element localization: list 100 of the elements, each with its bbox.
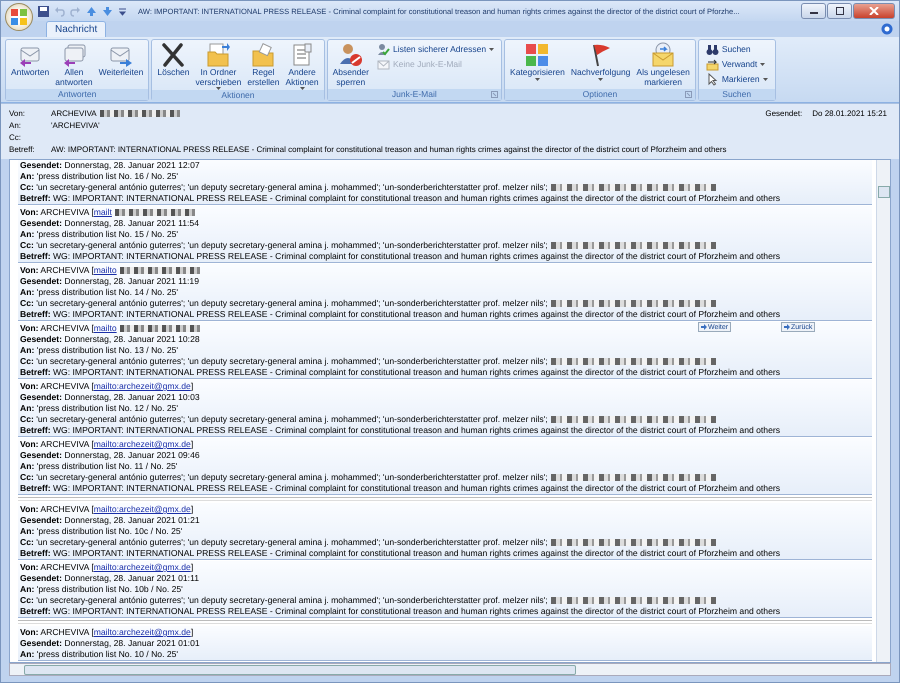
message-line: Cc: 'un secretary-general antónio guterres'; 'un deputy secretary-general amina j. mohammed'; 'un-sonderberichterstatter prof. melzer nils'; <box>20 356 548 367</box>
message-line: An: 'press distribution list No. 10c / No. 25' <box>20 526 182 537</box>
message-line: Cc: 'un secretary-general antónio guterres'; 'un deputy secretary-general amina j. mohammed'; 'un-sonderberichterstatter prof. melzer nils'; <box>20 472 548 483</box>
ribbon-button[interactable]: In Ordner verschieben <box>192 42 244 90</box>
message-line: Gesendet: Donnerstag, 28. Januar 2021 10:03 <box>20 392 200 403</box>
message-line: Cc: 'un secretary-general antónio guterres'; 'un deputy secretary-general amina j. mohammed'; 'un-sonderberichterstatter prof. melzer nils'; <box>20 298 548 309</box>
message-line: Von: ARCHEVIVA [mailto:archezeit@gmx.de] <box>20 562 194 573</box>
ribbon-tab[interactable]: Nachricht <box>46 21 106 37</box>
envelope-icon <box>376 58 390 70</box>
group-label: Junk-E-Mail <box>392 89 437 99</box>
ribbon-button[interactable]: Weiterleiten <box>96 42 146 89</box>
maximize-button[interactable] <box>827 3 852 19</box>
redo-icon[interactable] <box>70 6 81 16</box>
ribbon-small-button[interactable]: Verwandt <box>704 57 770 71</box>
group-label: Optionen <box>582 89 618 99</box>
ribbon-small-button[interactable]: Listen sicherer Adressen <box>374 42 496 56</box>
message-line: An: 'press distribution list No. 14 / No. 25' <box>20 287 178 298</box>
message-line: An: 'press distribution list No. 11 / No. 25' <box>20 461 178 472</box>
office-button[interactable] <box>5 3 33 31</box>
customize-caret-icon[interactable] <box>118 6 127 16</box>
email-link[interactable]: mailto:archezeit@gmx.de <box>94 627 191 637</box>
dialog-launcher-icon[interactable] <box>684 91 692 98</box>
save-icon[interactable] <box>38 6 49 16</box>
email-link[interactable]: mailto:archezeit@gmx.de <box>94 504 191 514</box>
close-button[interactable] <box>853 3 895 19</box>
message-line: Von: ARCHEVIVA [mailto:archezeit@gmx.de] <box>20 439 194 450</box>
ribbon-button[interactable]: Absender sperren <box>330 42 372 89</box>
sent-date: Do 28.01.2021 15:21 <box>812 109 887 118</box>
message-line: Betreff: WG: IMPORTANT: INTERNATIONAL PRESS RELEASE - Criminal complaint for constitutional treason and human rights crimes against the director of the district court of Pforzheim and others <box>20 483 780 494</box>
message-line: An: 'press distribution list No. 10b / No. 25' <box>20 584 183 595</box>
maximize-icon <box>834 7 844 15</box>
ribbon-button[interactable]: Regel erstellen <box>244 42 282 90</box>
message-line: Cc: 'un secretary-general antónio guterres'; 'un deputy secretary-general amina j. mohammed'; 'un-sonderberichterstatter prof. melzer nils'; <box>20 240 548 251</box>
ribbon-small-button[interactable]: Suchen <box>704 42 770 56</box>
field-label: An: <box>9 121 22 130</box>
email-link[interactable]: mailto:archezeit@gmx.de <box>94 562 191 572</box>
delete-x-icon <box>160 42 186 68</box>
minimize-button[interactable] <box>801 3 826 19</box>
horizontal-scrollbar[interactable] <box>9 663 891 676</box>
message-line: Gesendet: Donnerstag, 28. Januar 2021 01:21 <box>20 515 200 526</box>
down-arrow-icon[interactable] <box>102 6 113 16</box>
message-line: Betreff: WG: IMPORTANT: INTERNATIONAL PRESS RELEASE - Criminal complaint for constitutional treason and human rights crimes against the director of the district court of Pforzheim and others <box>20 548 780 559</box>
subject-value: AW: IMPORTANT: INTERNATIONAL PRESS RELEASE - Criminal complaint for constitutional treason and human rights crimes against the director of the district court of Pforzheim and others <box>51 145 727 154</box>
vertical-scrollbar[interactable] <box>876 160 890 662</box>
color-categories-icon <box>524 42 550 68</box>
ribbon-button[interactable]: Kategorisieren <box>507 42 568 89</box>
email-link[interactable]: mailto:archezeit@gmx.de <box>94 439 191 449</box>
message-line: Cc: 'un secretary-general antónio guterres'; 'un deputy secretary-general amina j. mohammed'; 'un-sonderberichterstatter prof. melzer nils'; <box>20 182 548 193</box>
message-line: Von: ARCHEVIVA [mailto <box>20 265 117 276</box>
message-line: Von: ARCHEVIVA [mailt <box>20 207 112 218</box>
ribbon-button[interactable]: Löschen <box>154 42 192 90</box>
office-logo-icon <box>10 8 28 26</box>
message-line: An: 'press distribution list No. 12 / No. 25' <box>20 403 178 414</box>
message-line: Gesendet: Donnerstag, 28. Januar 2021 11:54 <box>20 218 199 229</box>
email-link[interactable]: mailto <box>94 323 117 333</box>
message-line: Gesendet: Donnerstag, 28. Januar 2021 11:19 <box>20 276 199 287</box>
recipient-value: 'ARCHEVIVA' <box>51 121 100 130</box>
help-icon[interactable] <box>881 23 893 35</box>
ribbon-button[interactable]: Allen antworten <box>52 42 96 89</box>
people-check-icon <box>376 42 390 56</box>
folder-move-icon <box>205 42 232 68</box>
message-line: Gesendet: Donnerstag, 28. Januar 2021 12:07 <box>20 160 200 171</box>
email-link[interactable]: mailt <box>94 207 112 217</box>
sender-value: ARCHEVIVA <box>51 109 97 118</box>
message-line: Betreff: WG: IMPORTANT: INTERNATIONAL PRESS RELEASE - Criminal complaint for constitutional treason and human rights crimes against the director of the district court of Pforzheim and others <box>20 309 780 320</box>
undo-icon[interactable] <box>54 6 65 16</box>
ribbon-button[interactable]: Nachverfolgung <box>568 42 634 89</box>
email-link[interactable]: mailto:archezeit@gmx.de <box>94 381 191 391</box>
message-line: Betreff: WG: IMPORTANT: INTERNATIONAL PRESS RELEASE - Criminal complaint for constitutional treason and human rights crimes against the director of the district court of Pforzheim and others <box>20 606 780 617</box>
message-line: Von: ARCHEVIVA [mailto <box>20 323 117 334</box>
arrow-icon <box>784 324 790 330</box>
dialog-launcher-icon[interactable] <box>491 91 498 98</box>
related-messages-icon <box>706 58 719 70</box>
group-label: Antworten <box>58 89 96 99</box>
email-link[interactable]: mailto <box>94 265 117 275</box>
message-line: Von: ARCHEVIVA [mailto:archezeit@gmx.de] <box>20 504 194 515</box>
message-line: Gesendet: Donnerstag, 28. Januar 2021 10:28 <box>20 334 200 345</box>
field-label: Von: <box>9 109 26 118</box>
rule-folder-icon <box>250 42 276 68</box>
message-line: Betreff: WG: IMPORTANT: INTERNATIONAL PRESS RELEASE - Criminal complaint for constitutional treason and human rights crimes against the director of the district court of Pforzheim and others <box>20 367 780 378</box>
message-line: An: 'press distribution list No. 16 / No. 25' <box>20 171 178 182</box>
message-line: Von: ARCHEVIVA [mailto:archezeit@gmx.de] <box>20 381 194 392</box>
message-line: An: 'press distribution list No. 13 / No. 25' <box>20 345 178 356</box>
message-line: Betreff: WG: IMPORTANT: INTERNATIONAL PRESS RELEASE - Criminal complaint for constitutional treason and human rights crimes against the director of the district court of Pforzheim and others <box>20 425 780 436</box>
ribbon-button[interactable]: Als ungelesen markieren <box>633 42 693 89</box>
field-label: Betreff: <box>9 145 36 154</box>
message-line: Cc: 'un secretary-general antónio guterres'; 'un deputy secretary-general amina j. mohammed'; 'un-sonderberichterstatter prof. melzer nils'; <box>20 414 548 425</box>
unread-envelope-icon <box>650 42 676 68</box>
field-label: Cc: <box>9 133 22 142</box>
message-line: Gesendet: Donnerstag, 28. Januar 2021 09:46 <box>20 450 200 461</box>
ribbon-button[interactable]: Antworten <box>8 42 52 89</box>
message-line: Cc: 'un secretary-general antónio guterres'; 'un deputy secretary-general amina j. mohammed'; 'un-sonderberichterstatter prof. melzer nils'; <box>20 537 548 548</box>
ribbon-small-button[interactable]: Markieren <box>704 72 770 86</box>
message-line: Betreff: WG: IMPORTANT: INTERNATIONAL PRESS RELEASE - Criminal complaint for constitutional treason and human rights crimes against the director of the district court of Pforzheim and others <box>20 193 780 204</box>
binoculars-icon <box>706 42 719 56</box>
field-label: Gesendet: <box>765 109 802 118</box>
arrow-icon <box>701 324 707 330</box>
up-arrow-icon[interactable] <box>86 6 97 16</box>
ribbon-button[interactable]: Andere Aktionen <box>282 42 322 90</box>
block-sender-icon <box>338 42 364 68</box>
